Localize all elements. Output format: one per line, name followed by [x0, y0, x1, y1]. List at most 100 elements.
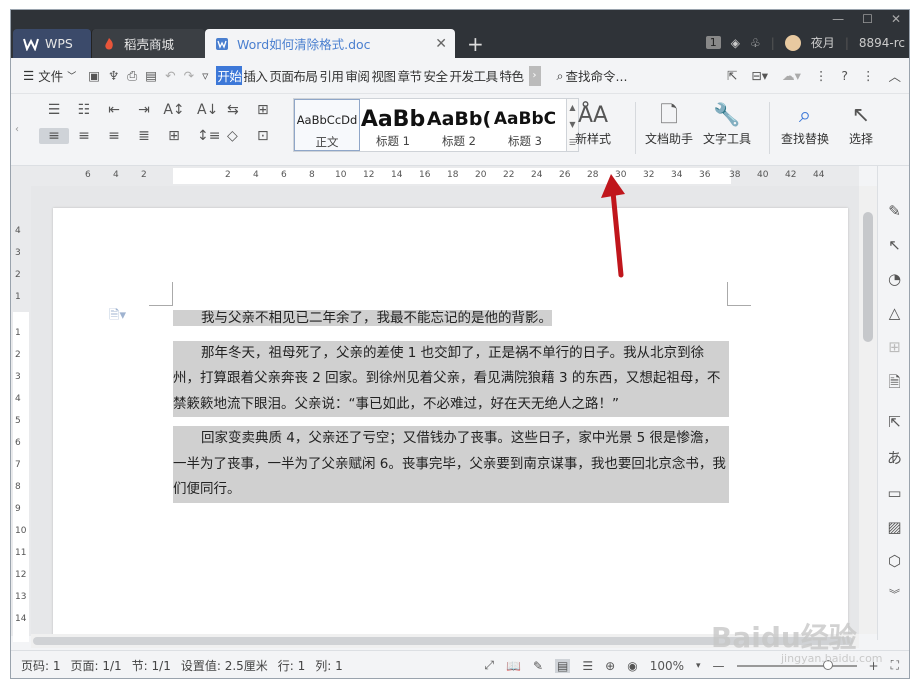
shield-icon[interactable]: ⬡	[888, 552, 901, 570]
redo-icon[interactable]: ↷	[184, 68, 194, 84]
collaborate-icon[interactable]: ⊟▾	[751, 68, 768, 83]
skin-icon[interactable]: ◈	[731, 36, 740, 50]
sort-icon[interactable]: A↓	[197, 102, 227, 118]
horizontal-ruler[interactable]: 6 4 2 2 4 6 8 10 12 14 16 18 20 22 24 26…	[11, 166, 859, 186]
doc-helper-button[interactable]: 🗋 文档助手	[645, 102, 693, 147]
close-icon[interactable]: ✕	[891, 12, 901, 26]
text-tools-button[interactable]: 🔧 文字工具	[703, 102, 751, 147]
numbered-list-icon[interactable]: ☷	[69, 102, 99, 118]
table-icon[interactable]: ⊞	[257, 102, 287, 118]
tab-daoke[interactable]: 稻壳商城	[91, 29, 205, 58]
style-heading-2[interactable]: AaBb( 标题 2	[426, 99, 492, 151]
picture-icon[interactable]: ▨	[887, 518, 901, 536]
print-preview-icon[interactable]: ▤	[145, 68, 157, 84]
zoom-level[interactable]: 100%	[650, 659, 684, 673]
avatar[interactable]	[784, 34, 801, 51]
table-grid-icon[interactable]: ⊞	[888, 338, 901, 356]
page-count[interactable]: 页面: 1/1	[71, 657, 122, 674]
collapse-ribbon-icon[interactable]: ︿	[888, 66, 901, 85]
format-painter-icon[interactable]: ♆	[108, 68, 119, 84]
document-body[interactable]: 我与父亲不相见已二年余了，我最不能忘记的是他的背影。 那年冬天，祖母死了，父亲的…	[173, 306, 729, 512]
tab-developer[interactable]: 开发工具	[448, 66, 498, 85]
web-view-icon[interactable]: ⊕	[605, 659, 615, 673]
tab-security[interactable]: 安全	[422, 66, 448, 85]
tab-chapter[interactable]: 章节	[396, 66, 422, 85]
command-search[interactable]: ⌕ 查找命令...	[557, 66, 628, 85]
setting-value[interactable]: 设置值: 2.5厘米	[181, 657, 268, 674]
style-heading-1[interactable]: AaBb 标题 1	[360, 99, 426, 151]
increase-indent-icon[interactable]: ⇥	[129, 102, 159, 118]
paragraph[interactable]: 那年冬天，祖母死了，父亲的差使 1 也交卸了，正是祸不单行的日子。我从北京到徐州…	[173, 340, 729, 417]
shading-icon[interactable]: ◇	[227, 128, 257, 144]
customize-icon[interactable]: ▿	[202, 68, 208, 84]
tab-wps[interactable]: WPS	[13, 29, 91, 58]
pen-icon[interactable]: ✎	[533, 659, 543, 673]
bullet-list-icon[interactable]: ☰	[39, 102, 69, 118]
undo-icon[interactable]: ↶	[165, 68, 175, 84]
new-tab-button[interactable]: +	[467, 32, 484, 56]
save-icon[interactable]: ▣	[88, 68, 100, 84]
tab-document[interactable]: Word如何清除格式.doc ✕	[205, 29, 455, 58]
zoom-dropdown-icon[interactable]: ▾	[696, 661, 701, 671]
vertical-ruler[interactable]: 4 3 2 1 1 2 3 4 5 6 7 8 9 10 11 12 13 14	[11, 186, 31, 642]
style-heading-3[interactable]: AaBbC 标题 3	[492, 99, 558, 151]
tab-stop-icon[interactable]: ⇆	[227, 102, 257, 118]
tab-page-layout[interactable]: 页面布局	[268, 66, 318, 85]
export-icon[interactable]: ⇱	[888, 413, 901, 431]
column-number[interactable]: 列: 1	[315, 657, 343, 674]
eraser-icon[interactable]: ✎	[888, 202, 901, 220]
decrease-indent-icon[interactable]: ⇤	[99, 102, 129, 118]
tab-view[interactable]: 视图	[370, 66, 396, 85]
tab-review[interactable]: 审阅	[344, 66, 370, 85]
more-icon[interactable]: ⋮	[815, 68, 828, 83]
outline-view-icon[interactable]: ☰	[582, 659, 593, 673]
tab-insert[interactable]: 插入	[242, 66, 268, 85]
translate-icon[interactable]: あ	[887, 447, 902, 468]
align-center-icon[interactable]: ≡	[69, 128, 99, 144]
fit-window-icon[interactable]: ⛶	[891, 658, 899, 673]
user-name[interactable]: 夜月	[811, 34, 835, 51]
fullscreen-icon[interactable]: ⤢	[484, 658, 494, 673]
new-style-button[interactable]: ÅA 新样式	[575, 102, 611, 147]
section-count[interactable]: 节: 1/1	[132, 657, 171, 674]
row-number[interactable]: 行: 1	[278, 657, 306, 674]
text-style-icon[interactable]: △	[889, 304, 901, 322]
justify-icon[interactable]: ≣	[129, 128, 159, 144]
align-left-icon[interactable]: ≡	[39, 128, 69, 144]
ribbon-scroll-left-icon[interactable]: ‹	[15, 124, 19, 135]
paragraph-layout-icon[interactable]: 🗎▾	[109, 306, 126, 328]
line-spacing-icon[interactable]: ↕≡	[197, 128, 227, 144]
options-icon[interactable]: ⋮	[862, 68, 875, 83]
pointer-icon[interactable]: ↖	[888, 236, 901, 254]
window-count-badge[interactable]: 1	[705, 36, 721, 49]
paragraph[interactable]: 我与父亲不相见已二年余了，我最不能忘记的是他的背影。	[173, 306, 729, 332]
file-menu[interactable]: ☰ 文件 ﹀	[23, 66, 76, 85]
document-page[interactable]: 🗎▾ 我与父亲不相见已二年余了，我最不能忘记的是他的背影。 那年冬天，祖母死了，…	[53, 208, 848, 634]
page-number[interactable]: 页码: 1	[21, 657, 61, 674]
read-mode-icon[interactable]: 📖	[506, 659, 521, 673]
eye-protection-icon[interactable]: ◉	[627, 659, 637, 673]
help-icon[interactable]: ?	[841, 68, 848, 83]
page-view-icon[interactable]: ▤	[555, 658, 571, 673]
scroll-thumb[interactable]	[863, 212, 873, 342]
borders-icon[interactable]: ⊡	[257, 128, 287, 144]
doc-image-icon[interactable]: 🗎	[888, 372, 900, 397]
style-normal[interactable]: AaBbCcDd 正文	[294, 99, 360, 151]
font-size-icon[interactable]: A↕	[159, 102, 189, 118]
document-canvas[interactable]: 🗎▾ 我与父亲不相见已二年余了，我最不能忘记的是他的背影。 那年冬天，祖母死了，…	[31, 186, 859, 634]
shirt-icon[interactable]: ♧	[750, 36, 761, 50]
cloud-icon[interactable]: ☁▾	[782, 68, 801, 83]
tabs-scroll-right-icon[interactable]: ›	[528, 65, 541, 86]
align-right-icon[interactable]: ≡	[99, 128, 129, 144]
tab-features[interactable]: 特色	[499, 66, 525, 85]
chevron-down-icon[interactable]: ︾	[889, 586, 900, 602]
close-tab-icon[interactable]: ✕	[435, 36, 447, 52]
select-button[interactable]: ↖ 选择	[849, 102, 873, 147]
maximize-icon[interactable]: ☐	[862, 12, 873, 26]
shapes-icon[interactable]: ◔	[888, 270, 901, 288]
print-icon[interactable]: ⎙	[127, 68, 137, 84]
paragraph[interactable]: 回家变卖典质 4，父亲还了亏空；又借钱办了丧事。这些日子，家中光景 5 很是惨澹…	[173, 426, 729, 503]
share-icon[interactable]: ⇱	[727, 68, 737, 83]
vertical-scrollbar[interactable]	[859, 186, 877, 634]
find-replace-button[interactable]: ⌕ 查找替换	[781, 102, 829, 147]
